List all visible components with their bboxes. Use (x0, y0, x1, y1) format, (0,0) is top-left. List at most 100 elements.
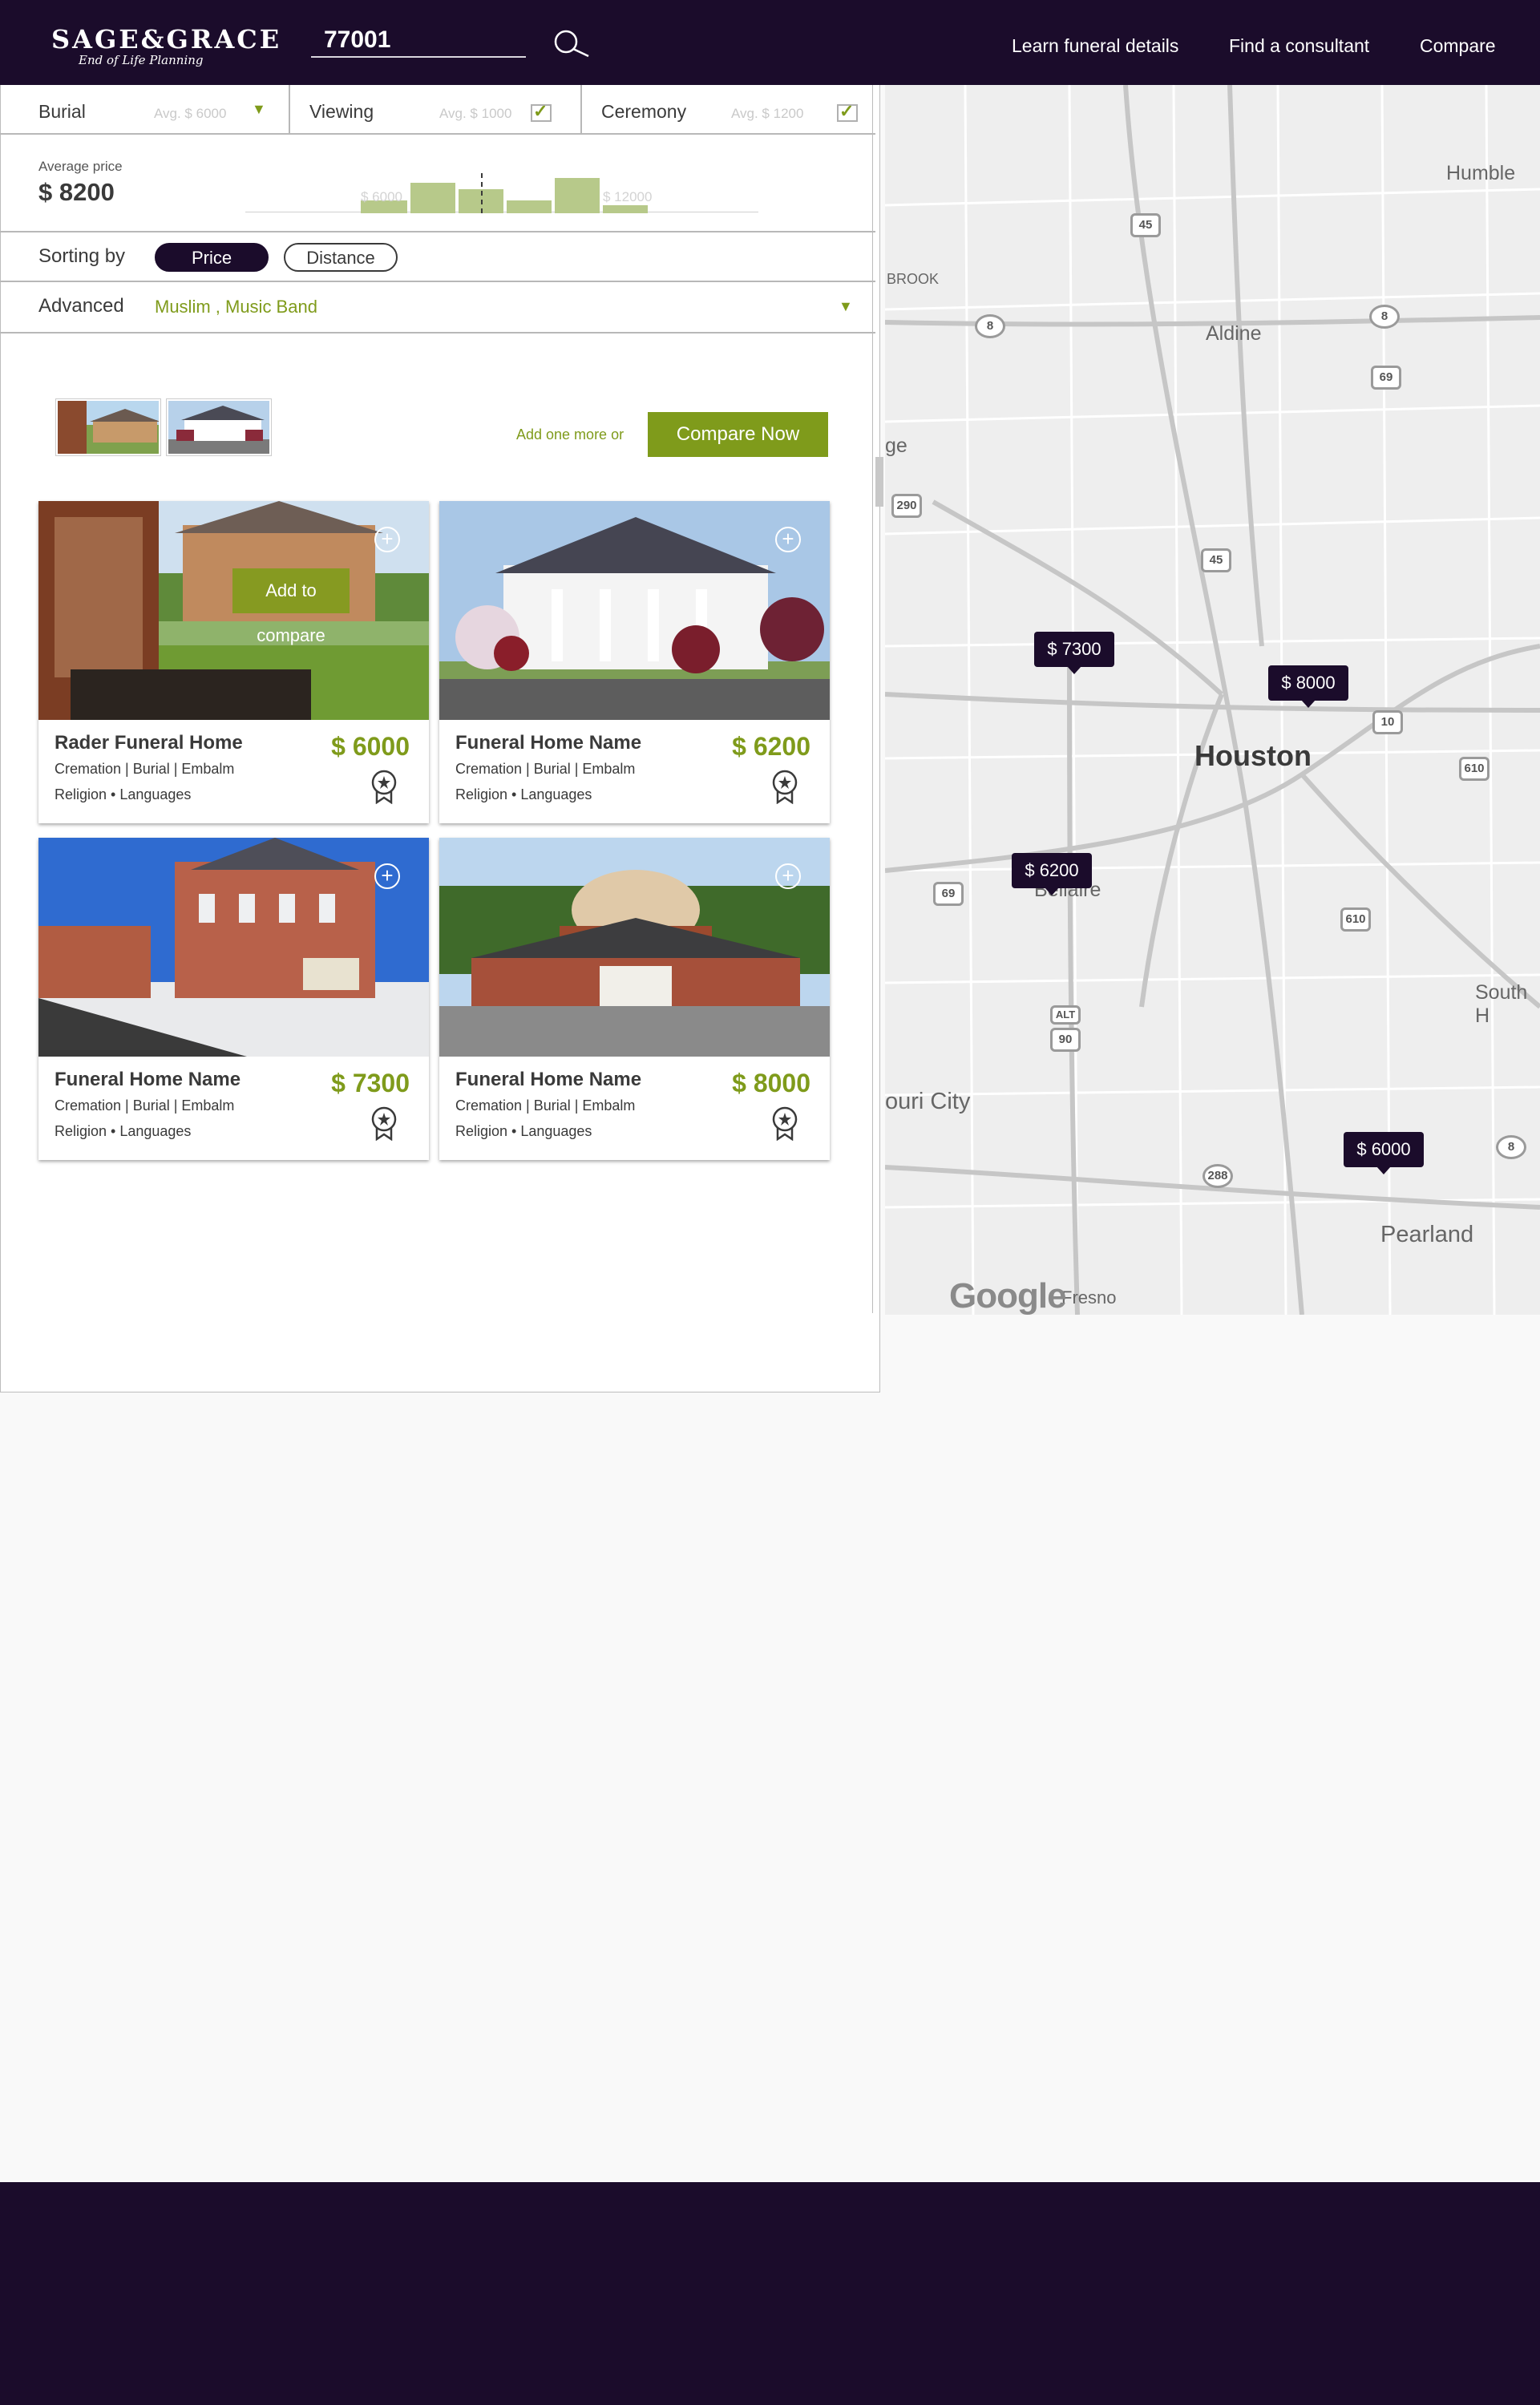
map-label-pearland: Pearland (1380, 1222, 1474, 1247)
highway-shield: 69 (1371, 366, 1401, 390)
map-label-ge: ge (885, 435, 907, 457)
map-label-south-houston: South H (1475, 981, 1528, 1027)
award-badge-icon[interactable] (368, 769, 400, 804)
highway-shield: 610 (1459, 757, 1489, 781)
add-to-compare-icon[interactable]: + (374, 863, 400, 889)
funeral-home-meta: Religion • Languages (55, 1123, 192, 1139)
average-price-label: Average price (38, 159, 123, 174)
funeral-home-name[interactable]: Funeral Home Name (55, 1069, 240, 1091)
funeral-home-card[interactable]: + Funeral Home Name $ 7300 Cremation | B… (38, 838, 429, 1160)
map-roads (885, 85, 1540, 1315)
histogram-bar (410, 183, 455, 213)
average-marker (481, 173, 483, 213)
highway-shield: 288 (1202, 1164, 1233, 1188)
highway-shield: 290 (891, 494, 922, 518)
scrollbar-thumb[interactable] (875, 457, 883, 507)
highway-shield: 610 (1340, 907, 1371, 932)
add-one-more-hint: Add one more or (516, 426, 624, 443)
sorting-row (0, 234, 875, 282)
highway-shield: 8 (1496, 1135, 1526, 1159)
filter-ceremony-avg: Avg. $ 1200 (731, 106, 804, 121)
filter-burial[interactable]: Burial Avg. $ 6000 ▼ (0, 85, 290, 135)
filter-ceremony[interactable]: Ceremony Avg. $ 1200 ✓ (582, 85, 875, 135)
results-map[interactable]: Humble Aldine BROOK ge Bellaire South H … (885, 85, 1540, 1315)
filter-burial-avg: Avg. $ 6000 (154, 106, 227, 121)
funeral-home-services: Cremation | Burial | Embalm (455, 761, 636, 777)
add-to-compare-icon[interactable]: + (374, 527, 400, 552)
funeral-home-thumbnail (58, 401, 159, 454)
funeral-home-price: $ 8000 (732, 1069, 810, 1097)
nav-find-consultant[interactable]: Find a consultant (1229, 35, 1369, 57)
add-to-compare-button[interactable]: Add to compare (232, 568, 350, 645)
highway-shield: ALT (1050, 1005, 1081, 1025)
logo-tagline: End of Life Planning (79, 53, 204, 67)
google-attribution: Google (949, 1276, 1067, 1315)
funeral-home-photo (38, 838, 429, 1057)
advanced-row[interactable] (0, 284, 875, 333)
highway-shield: 45 (1130, 213, 1161, 237)
filter-viewing[interactable]: Viewing Avg. $ 1000 ✓ (290, 85, 582, 135)
funeral-home-card[interactable]: + Funeral Home Name $ 6200 Cremation | B… (439, 501, 830, 823)
compare-thumbnail[interactable] (56, 399, 160, 455)
map-label-fresno: Fresno (1061, 1287, 1117, 1308)
funeral-home-price: $ 6200 (732, 732, 810, 761)
add-to-compare-icon[interactable]: + (775, 863, 801, 889)
funeral-home-name[interactable]: Rader Funeral Home (55, 732, 243, 754)
funeral-home-image (439, 501, 830, 720)
map-price-pin[interactable]: $ 7300 (1034, 632, 1114, 674)
funeral-home-price: $ 6000 (331, 732, 410, 761)
award-badge-icon[interactable] (769, 769, 801, 804)
sorting-label: Sorting by (38, 245, 126, 267)
funeral-home-thumbnail (168, 401, 269, 454)
sort-by-price-button[interactable]: Price (155, 243, 269, 272)
search-button[interactable] (550, 27, 593, 59)
map-price-pin[interactable]: $ 6200 (1012, 853, 1092, 895)
histogram-max-label: $ 12000 (603, 189, 653, 204)
highway-shield: 45 (1201, 548, 1231, 572)
chevron-down-icon[interactable]: ▼ (839, 298, 853, 315)
funeral-home-name[interactable]: Funeral Home Name (455, 732, 641, 754)
filter-viewing-checkbox[interactable]: ✓ (531, 101, 552, 122)
nav-compare[interactable]: Compare (1420, 35, 1496, 57)
funeral-home-services: Cremation | Burial | Embalm (55, 761, 235, 777)
map-price-pin[interactable]: $ 6000 (1344, 1132, 1424, 1174)
brand-logo[interactable]: SAGE&GRACE End of Life Planning (51, 24, 281, 67)
funeral-home-image (38, 838, 429, 1057)
funeral-home-card[interactable]: + Funeral Home Name $ 8000 Cremation | B… (439, 838, 830, 1160)
nav-learn-funeral-details[interactable]: Learn funeral details (1012, 35, 1178, 57)
funeral-home-services: Cremation | Burial | Embalm (55, 1097, 235, 1114)
histogram-min-label: $ 6000 (361, 189, 402, 204)
map-label-houston: Houston (1194, 739, 1312, 772)
filter-viewing-label: Viewing (309, 101, 374, 122)
map-price-pin[interactable]: $ 8000 (1268, 665, 1348, 708)
filter-ceremony-label: Ceremony (601, 101, 687, 122)
funeral-home-name[interactable]: Funeral Home Name (455, 1069, 641, 1091)
highway-shield: 8 (975, 314, 1005, 338)
compare-thumbnail[interactable] (167, 399, 271, 455)
sort-by-distance-button[interactable]: Distance (284, 243, 398, 272)
map-label-brook: BROOK (887, 271, 940, 287)
zip-search-input[interactable] (311, 24, 526, 58)
funeral-home-meta: Religion • Languages (55, 786, 192, 802)
average-price-value: $ 8200 (38, 178, 115, 206)
histogram-bar (555, 178, 600, 213)
funeral-home-meta: Religion • Languages (455, 1123, 592, 1139)
highway-shield: 69 (933, 882, 964, 906)
map-label-aldine: Aldine (1206, 322, 1262, 345)
add-to-compare-icon[interactable]: + (775, 527, 801, 552)
award-badge-icon[interactable] (769, 1105, 801, 1141)
filter-ceremony-checkbox[interactable]: ✓ (837, 101, 858, 122)
funeral-home-price: $ 7300 (331, 1069, 410, 1097)
compare-now-button[interactable]: Compare Now (648, 412, 828, 457)
page-footer (0, 2182, 1540, 2405)
advanced-filter-value[interactable]: Muslim , Music Band (155, 297, 317, 317)
map-label-humble: Humble (1446, 162, 1516, 184)
award-badge-icon[interactable] (368, 1105, 400, 1141)
funeral-home-card[interactable]: + Add to compare Rader Funeral Home $ 60… (38, 501, 429, 823)
highway-shield: 8 (1369, 305, 1400, 329)
chevron-down-icon[interactable]: ▼ (252, 101, 266, 118)
funeral-home-photo (439, 501, 830, 720)
funeral-home-services: Cremation | Burial | Embalm (455, 1097, 636, 1114)
results-scrollbar[interactable] (872, 85, 885, 1313)
filter-burial-label: Burial (38, 101, 86, 122)
